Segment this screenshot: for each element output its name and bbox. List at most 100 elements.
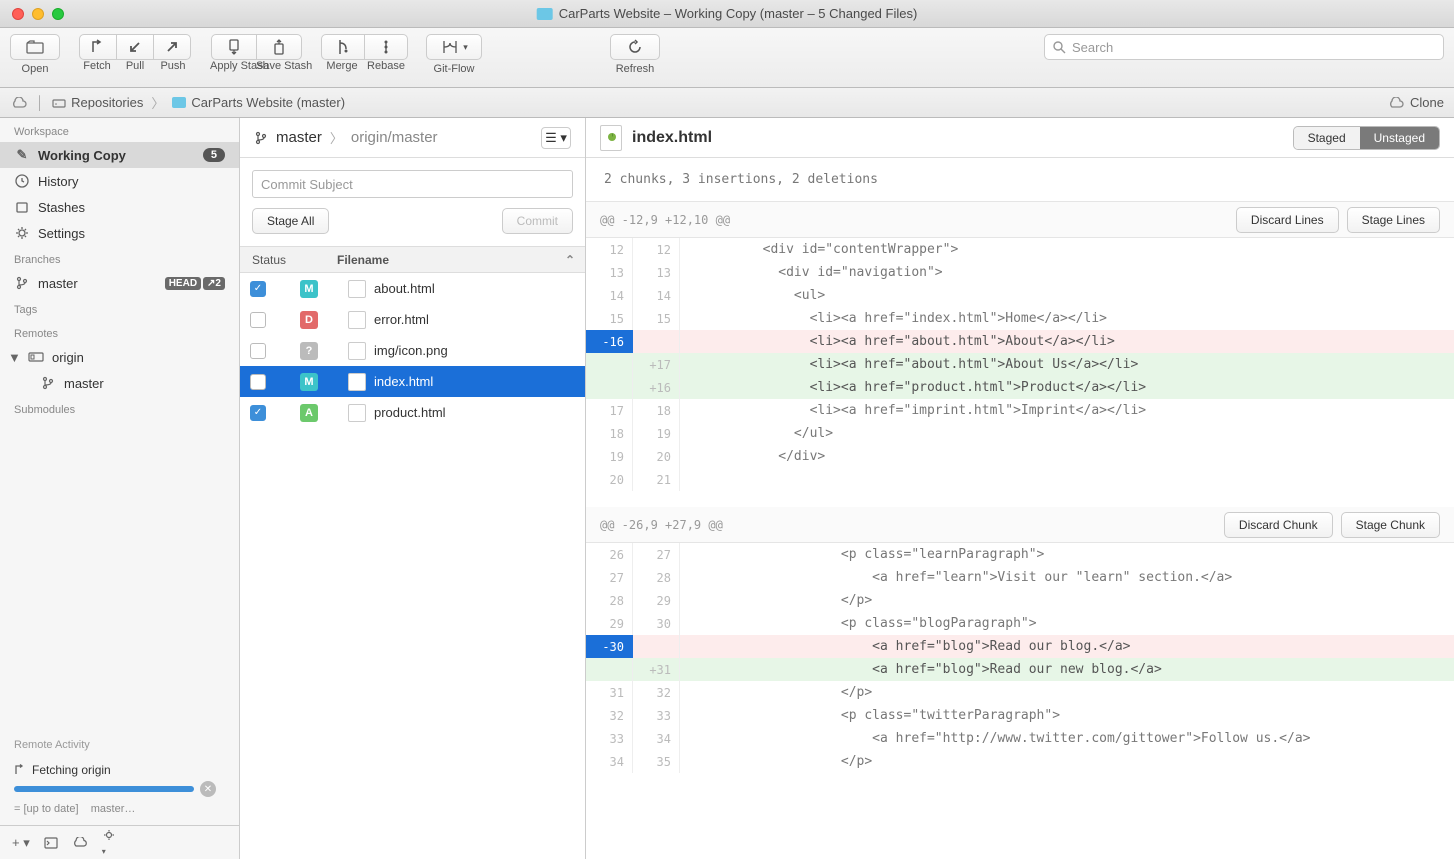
hunk-header: @@ -12,9 +12,10 @@ Discard Lines Stage L… [586, 202, 1454, 238]
file-list-header: Status Filename ⌃ [240, 247, 585, 273]
gitflow-button[interactable]: ▾ Git-Flow [426, 34, 482, 75]
pull-button[interactable] [116, 34, 154, 60]
diff-line[interactable]: +31 <a href="blog">Read our new blog.</a… [586, 658, 1454, 681]
disclosure-triangle-icon[interactable]: ▼ [8, 350, 20, 365]
file-row[interactable]: A product.html [240, 397, 585, 428]
sidebar-item-stashes[interactable]: Stashes [0, 194, 239, 220]
diff-line[interactable]: 3435 </p> [586, 750, 1454, 773]
stage-lines-button[interactable]: Stage Lines [1347, 207, 1440, 233]
diff-line[interactable]: 3233 <p class="twitterParagraph"> [586, 704, 1454, 727]
diff-line[interactable]: 1414 <ul> [586, 284, 1454, 307]
sort-indicator-icon: ⌃ [565, 253, 585, 267]
stage-chunk-button[interactable]: Stage Chunk [1341, 512, 1440, 538]
unstaged-tab[interactable]: Unstaged [1360, 127, 1439, 149]
push-button[interactable] [153, 34, 191, 60]
minimize-window-button[interactable] [32, 8, 44, 20]
drive-icon [52, 97, 66, 109]
branch-bar: master 〉 origin/master ☰ ▾ [240, 118, 585, 158]
push-icon [165, 40, 179, 54]
stage-checkbox[interactable] [250, 281, 266, 297]
file-icon [600, 125, 622, 151]
diff-line[interactable]: 3132 </p> [586, 681, 1454, 704]
diff-line[interactable]: +17 <li><a href="about.html">About Us</a… [586, 353, 1454, 376]
file-icon [348, 280, 366, 298]
status-badge: M [300, 373, 318, 391]
sidebar-item-history[interactable]: History [0, 168, 239, 194]
file-list: M about.html D error.html ? img/icon.png… [240, 273, 585, 428]
diff-hunk-body[interactable]: 1212 <div id="contentWrapper">1313 <div … [586, 238, 1454, 491]
cloud-icon [10, 97, 28, 109]
folder-icon [172, 97, 186, 108]
rebase-button[interactable] [364, 34, 408, 60]
close-window-button[interactable] [12, 8, 24, 20]
open-button[interactable]: Open [10, 34, 60, 75]
diff-line[interactable]: 1212 <div id="contentWrapper"> [586, 238, 1454, 261]
gear-menu-button[interactable]: ▾ [102, 828, 116, 857]
stage-checkbox[interactable] [250, 343, 266, 359]
sidebar-item-branch-master[interactable]: master HEAD ↗2 [0, 270, 239, 296]
hunk-header: @@ -26,9 +27,9 @@ Discard Chunk Stage Ch… [586, 507, 1454, 543]
sidebar-section-tags: Tags [0, 296, 239, 320]
stage-checkbox[interactable] [250, 312, 266, 328]
clone-button[interactable]: Clone [1387, 95, 1444, 110]
file-icon [348, 311, 366, 329]
staged-unstaged-toggle[interactable]: Staged Unstaged [1293, 126, 1440, 150]
apply-stash-button[interactable] [211, 34, 257, 60]
stage-checkbox[interactable] [250, 405, 266, 421]
status-badge: A [300, 404, 318, 422]
add-menu-button[interactable]: + ▾ [12, 835, 30, 851]
sidebar-item-working-copy[interactable]: ✎ Working Copy 5 [0, 142, 239, 168]
diff-line[interactable]: -30 <a href="blog">Read our blog.</a> [586, 635, 1454, 658]
cloud-button[interactable] [72, 837, 88, 848]
fetch-button[interactable] [79, 34, 117, 60]
stage-all-button[interactable]: Stage All [252, 208, 329, 234]
file-row[interactable]: M index.html [240, 366, 585, 397]
diff-line[interactable]: 1718 <li><a href="imprint.html">Imprint<… [586, 399, 1454, 422]
cloud-icon [1387, 97, 1405, 109]
terminal-button[interactable] [44, 837, 58, 849]
discard-chunk-button[interactable]: Discard Chunk [1224, 512, 1333, 538]
file-row[interactable]: ? img/icon.png [240, 335, 585, 366]
diff-line[interactable]: -16 <li><a href="about.html">About</a></… [586, 330, 1454, 353]
commit-button[interactable]: Commit [502, 208, 573, 234]
branch-icon [254, 131, 268, 145]
diff-line[interactable]: 1515 <li><a href="index.html">Home</a></… [586, 307, 1454, 330]
head-badge: HEAD [165, 277, 201, 290]
diff-hunk-body[interactable]: 2627 <p class="learnParagraph">2728 <a h… [586, 543, 1454, 773]
path-repositories[interactable]: Repositories [52, 95, 143, 110]
refresh-icon [627, 39, 643, 55]
sidebar-item-settings[interactable]: Settings [0, 220, 239, 246]
merge-button[interactable] [321, 34, 365, 60]
diff-line[interactable]: 2930 <p class="blogParagraph"> [586, 612, 1454, 635]
search-input[interactable]: Search [1044, 34, 1444, 60]
save-stash-button[interactable] [256, 34, 302, 60]
gitflow-icon [440, 40, 460, 54]
stage-checkbox[interactable] [250, 374, 266, 390]
sidebar-item-origin[interactable]: ▼ origin [0, 344, 239, 370]
refresh-button[interactable]: Refresh [610, 34, 660, 75]
file-name: error.html [374, 312, 429, 327]
cancel-fetch-button[interactable]: ✕ [200, 781, 216, 797]
diff-line[interactable]: +16 <li><a href="product.html">Product</… [586, 376, 1454, 399]
staged-tab[interactable]: Staged [1294, 127, 1360, 149]
diff-line[interactable]: 2829 </p> [586, 589, 1454, 612]
sidebar-item-remote-master[interactable]: master [0, 370, 239, 396]
path-current-repo[interactable]: CarParts Website (master) [172, 95, 345, 110]
save-stash-icon [272, 39, 286, 55]
diff-line[interactable]: 1920 </div> [586, 445, 1454, 468]
branch-menu-button[interactable]: ☰ ▾ [541, 127, 571, 149]
diff-line[interactable]: 1819 </ul> [586, 422, 1454, 445]
zoom-window-button[interactable] [52, 8, 64, 20]
discard-lines-button[interactable]: Discard Lines [1236, 207, 1339, 233]
diff-line[interactable]: 2627 <p class="learnParagraph"> [586, 543, 1454, 566]
file-row[interactable]: D error.html [240, 304, 585, 335]
files-panel: master 〉 origin/master ☰ ▾ Commit Subjec… [240, 118, 586, 859]
diff-line[interactable]: 2021 [586, 468, 1454, 491]
file-row[interactable]: M about.html [240, 273, 585, 304]
diff-line[interactable]: 2728 <a href="learn">Visit our "learn" s… [586, 566, 1454, 589]
commit-subject-input[interactable]: Commit Subject [252, 170, 573, 198]
branch-icon [40, 375, 56, 391]
diff-line[interactable]: 3334 <a href="http://www.twitter.com/git… [586, 727, 1454, 750]
diff-line[interactable]: 1313 <div id="navigation"> [586, 261, 1454, 284]
toolbar: Open Fetch Pull Push [0, 28, 1454, 88]
